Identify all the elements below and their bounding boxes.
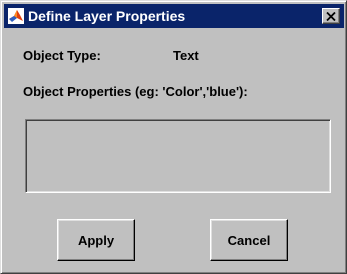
cancel-button[interactable]: Cancel (210, 219, 288, 261)
title-bar[interactable]: Define Layer Properties (4, 4, 344, 28)
window-title: Define Layer Properties (28, 8, 186, 24)
apply-button[interactable]: Apply (57, 219, 135, 261)
dialog-window: Define Layer Properties Object Type: Tex… (0, 0, 347, 274)
object-type-value: Text (173, 48, 199, 63)
close-button[interactable] (322, 8, 340, 24)
close-icon (326, 11, 336, 21)
object-type-label: Object Type: (23, 48, 101, 63)
object-properties-label: Object Properties (eg: 'Color','blue'): (23, 84, 248, 99)
object-properties-input[interactable] (25, 119, 331, 193)
matlab-logo-icon (8, 8, 24, 24)
